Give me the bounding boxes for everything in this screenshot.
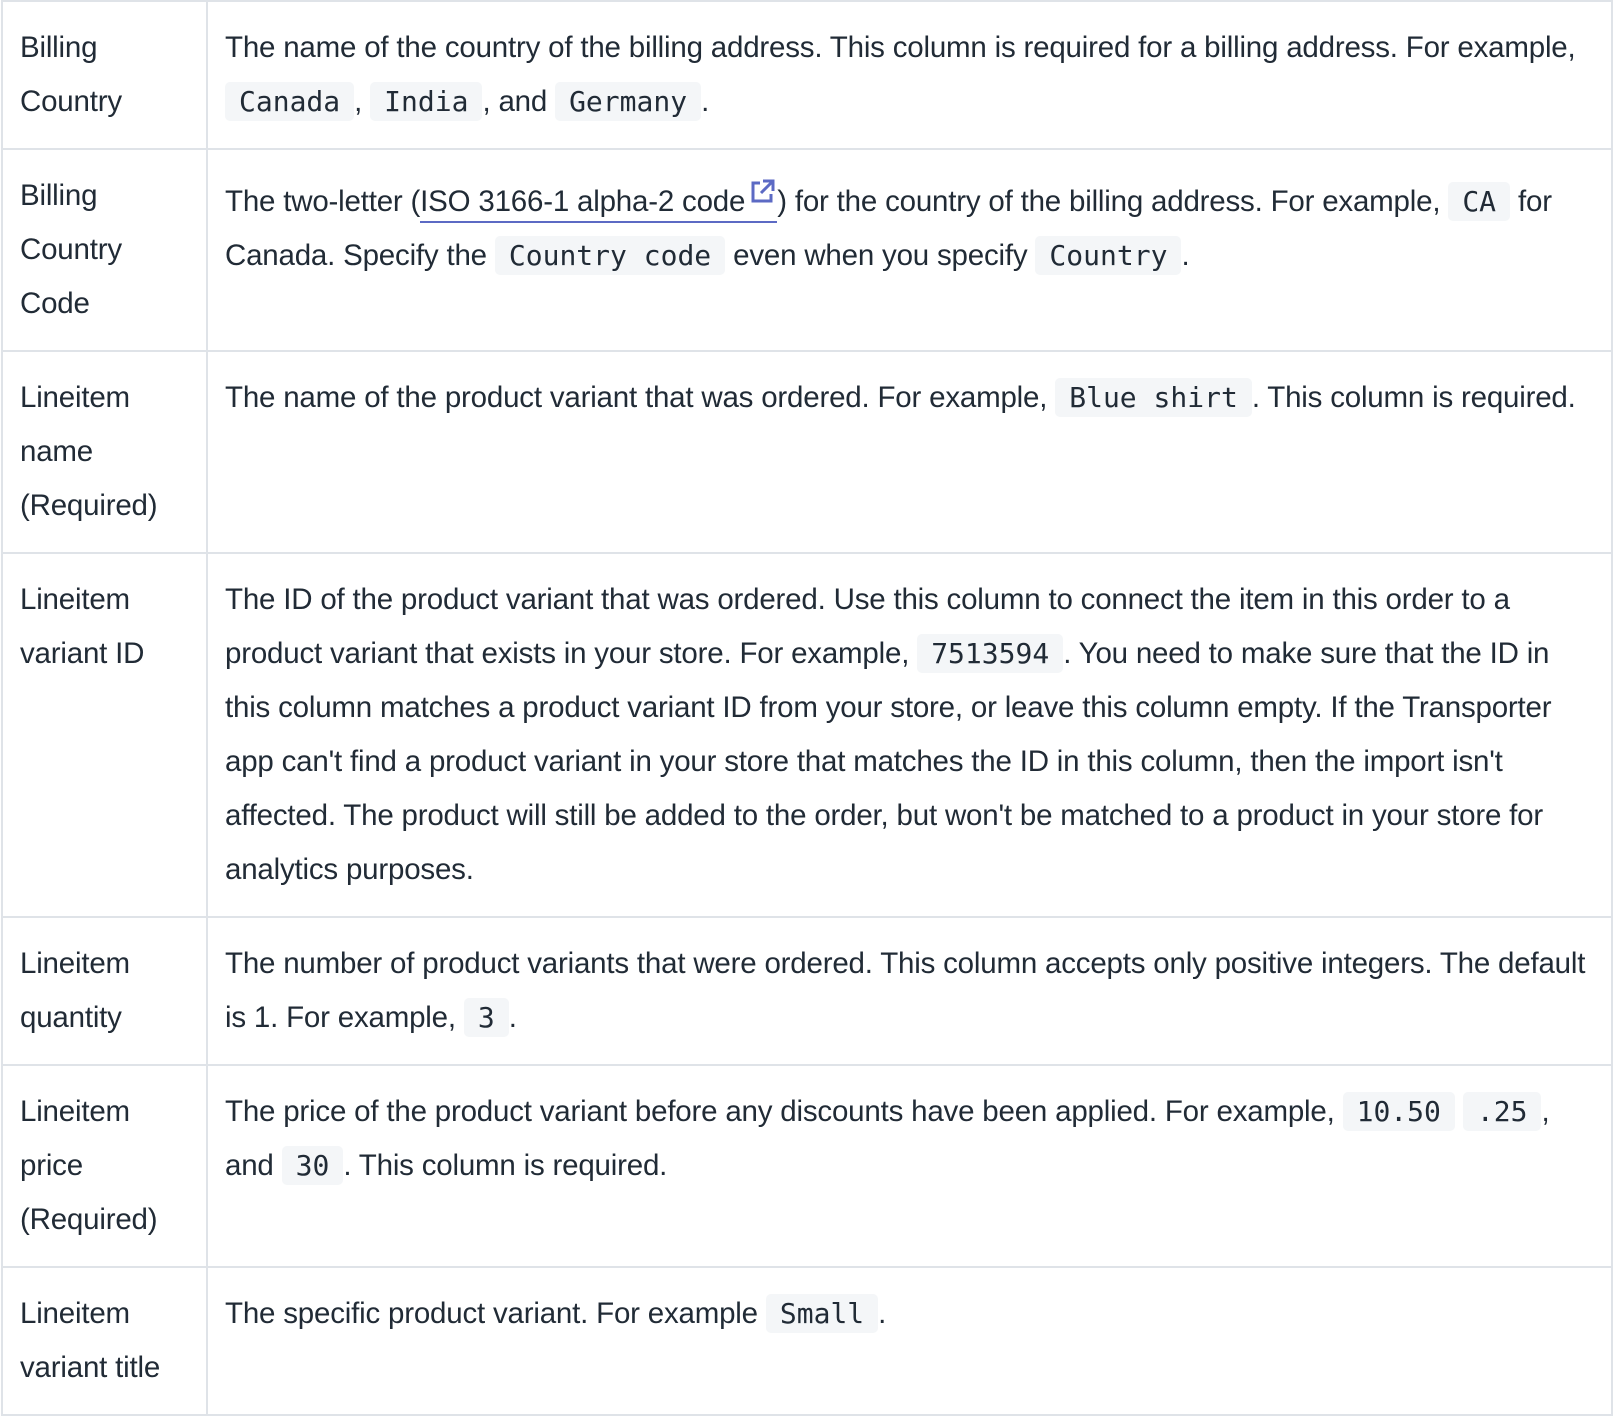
link-label: ISO 3166-1 alpha-2 code bbox=[420, 185, 746, 218]
column-description-cell: The name of the country of the billing a… bbox=[206, 0, 1613, 150]
description-text: The name of the product variant that was… bbox=[225, 381, 1056, 414]
description-text: . This column is required. bbox=[343, 1149, 668, 1182]
table-row: Lineitem name (Required) The name of the… bbox=[1, 350, 1613, 554]
code-example: India bbox=[370, 82, 483, 121]
code-example: Country bbox=[1035, 236, 1182, 275]
description-text bbox=[1455, 1095, 1463, 1128]
code-example: Canada bbox=[225, 82, 355, 121]
column-description-cell: The name of the product variant that was… bbox=[206, 350, 1613, 554]
column-name-cell: Lineitem name (Required) bbox=[1, 350, 208, 554]
column-name-cell: Lineitem variant title bbox=[1, 1266, 208, 1416]
column-reference-table: Billing Country The name of the country … bbox=[1, 0, 1613, 1416]
description-text: , and bbox=[482, 85, 556, 118]
column-name-cell: Billing Country Code bbox=[1, 148, 208, 352]
column-name-cell: Lineitem price (Required) bbox=[1, 1064, 208, 1268]
code-example: 3 bbox=[463, 998, 509, 1037]
code-example: Germany bbox=[555, 82, 702, 121]
code-example: Small bbox=[765, 1294, 879, 1333]
description-text: The price of the product variant before … bbox=[225, 1095, 1343, 1128]
description-text: The specific product variant. For exampl… bbox=[225, 1297, 766, 1330]
code-example: .25 bbox=[1462, 1092, 1542, 1131]
iso-code-link[interactable]: ISO 3166-1 alpha-2 code bbox=[420, 179, 778, 223]
column-description-cell: The two-letter (ISO 3166-1 alpha-2 code)… bbox=[206, 148, 1613, 352]
description-text: . bbox=[508, 1001, 517, 1034]
column-name-cell: Billing Country bbox=[1, 0, 208, 150]
description-text: The name of the country of the billing a… bbox=[225, 31, 1576, 64]
column-description-cell: The price of the product variant before … bbox=[206, 1064, 1613, 1268]
table-row: Lineitem variant ID The ID of the produc… bbox=[1, 552, 1613, 918]
description-text: . bbox=[878, 1297, 887, 1330]
column-description-cell: The number of product variants that were… bbox=[206, 916, 1613, 1066]
description-text: even when you specify bbox=[725, 239, 1036, 272]
description-text: , bbox=[354, 85, 371, 118]
description-text: . bbox=[701, 85, 710, 118]
column-name-cell: Lineitem quantity bbox=[1, 916, 208, 1066]
description-text: . bbox=[1181, 239, 1190, 272]
code-example: CA bbox=[1448, 182, 1511, 221]
code-example: Country code bbox=[494, 236, 726, 275]
description-text: . This column is required. bbox=[1251, 381, 1576, 414]
description-text: The two-letter ( bbox=[225, 185, 421, 218]
column-description-cell: The specific product variant. For exampl… bbox=[206, 1266, 1613, 1416]
description-text: ) for the country of the billing address… bbox=[777, 185, 1449, 218]
code-example: 30 bbox=[281, 1146, 344, 1185]
description-text: . You need to make sure that the ID in t… bbox=[225, 637, 1552, 886]
description-text: The number of product variants that were… bbox=[225, 947, 1586, 1034]
code-example: 10.50 bbox=[1342, 1092, 1455, 1131]
column-description-cell: The ID of the product variant that was o… bbox=[206, 552, 1613, 918]
column-name-cell: Lineitem variant ID bbox=[1, 552, 208, 918]
code-example: 7513594 bbox=[917, 634, 1064, 673]
table-row: Lineitem price (Required) The price of t… bbox=[1, 1064, 1613, 1268]
table-row: Lineitem variant title The specific prod… bbox=[1, 1266, 1613, 1416]
external-link-icon bbox=[749, 169, 777, 203]
table-row: Billing Country Code The two-letter (ISO… bbox=[1, 148, 1613, 352]
table-row: Lineitem quantity The number of product … bbox=[1, 916, 1613, 1066]
table-row: Billing Country The name of the country … bbox=[1, 0, 1613, 150]
code-example: Blue shirt bbox=[1055, 378, 1252, 417]
